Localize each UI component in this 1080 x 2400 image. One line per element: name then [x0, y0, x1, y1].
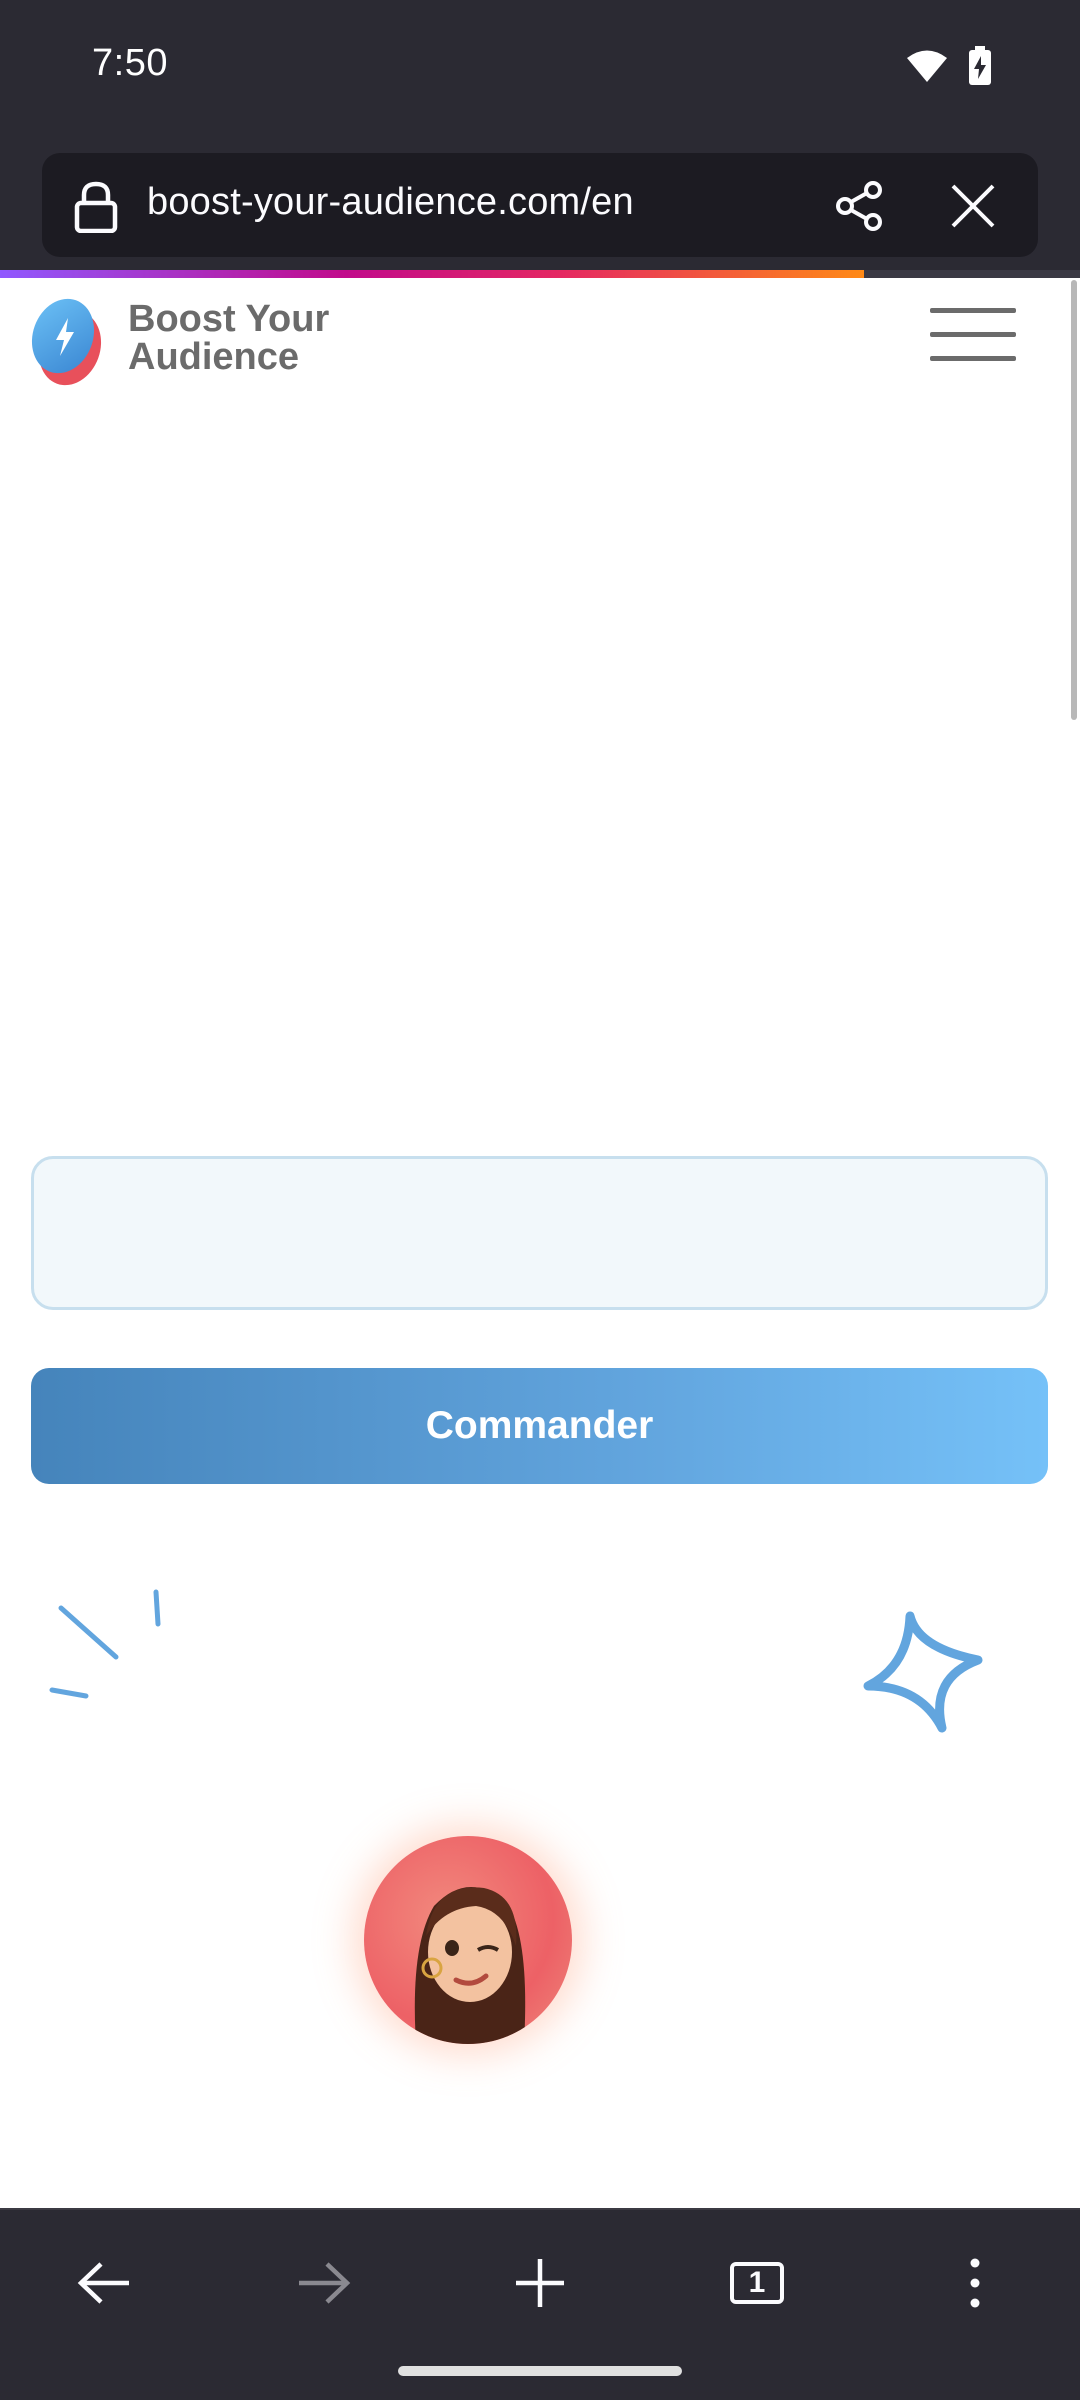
more-menu-button[interactable] [940, 2248, 1010, 2318]
lock-icon[interactable] [72, 181, 120, 233]
browser-window: 7:50 boost-your-audience.com/en Boost Yo… [0, 0, 1080, 2400]
sparkle-lines-decoration [49, 1589, 161, 1699]
brand-line-2: Audience [128, 336, 300, 378]
back-arrow-icon[interactable] [77, 2261, 133, 2305]
hamburger-menu-icon[interactable] [930, 308, 1020, 368]
url-text[interactable]: boost-your-audience.com/en [147, 181, 634, 224]
browser-toolbar: boost-your-audience.com/en [0, 135, 1080, 270]
page-scrollbar[interactable] [1071, 280, 1077, 720]
browser-bottom-bar: 1 [0, 2208, 1080, 2400]
page-load-progress-fill [0, 270, 864, 278]
close-icon[interactable] [946, 179, 1000, 233]
back-button[interactable] [70, 2248, 140, 2318]
star-decoration [863, 1611, 983, 1733]
tabs-button[interactable]: 1 [722, 2248, 792, 2318]
wifi-icon [907, 50, 947, 82]
forward-button[interactable] [288, 2248, 358, 2318]
more-vert-icon[interactable] [969, 2257, 981, 2309]
brand-line-1: Boost Your [128, 298, 330, 340]
avatar-memoji-icon [414, 1886, 526, 2044]
brand-logo-icon[interactable] [30, 296, 108, 388]
gesture-handle[interactable] [398, 2366, 682, 2376]
share-icon[interactable] [832, 179, 886, 233]
tabs-count: 1 [748, 2266, 766, 2299]
brand-name[interactable]: Boost Your Audience [128, 300, 329, 376]
address-bar[interactable]: boost-your-audience.com/en [42, 153, 1038, 257]
order-button[interactable]: Commander [31, 1368, 1048, 1484]
web-page: Boost Your Audience Commander [0, 278, 1080, 2208]
battery-charging-icon [969, 46, 991, 85]
plus-icon[interactable] [514, 2257, 566, 2309]
page-load-progress [0, 270, 1080, 278]
status-bar: 7:50 [0, 0, 1080, 135]
status-icons [906, 46, 992, 86]
forward-arrow-icon[interactable] [295, 2261, 351, 2305]
order-input-field[interactable] [31, 1156, 1048, 1310]
new-tab-button[interactable] [505, 2248, 575, 2318]
assistant-avatar[interactable] [364, 1836, 572, 2044]
status-time: 7:50 [92, 42, 168, 84]
